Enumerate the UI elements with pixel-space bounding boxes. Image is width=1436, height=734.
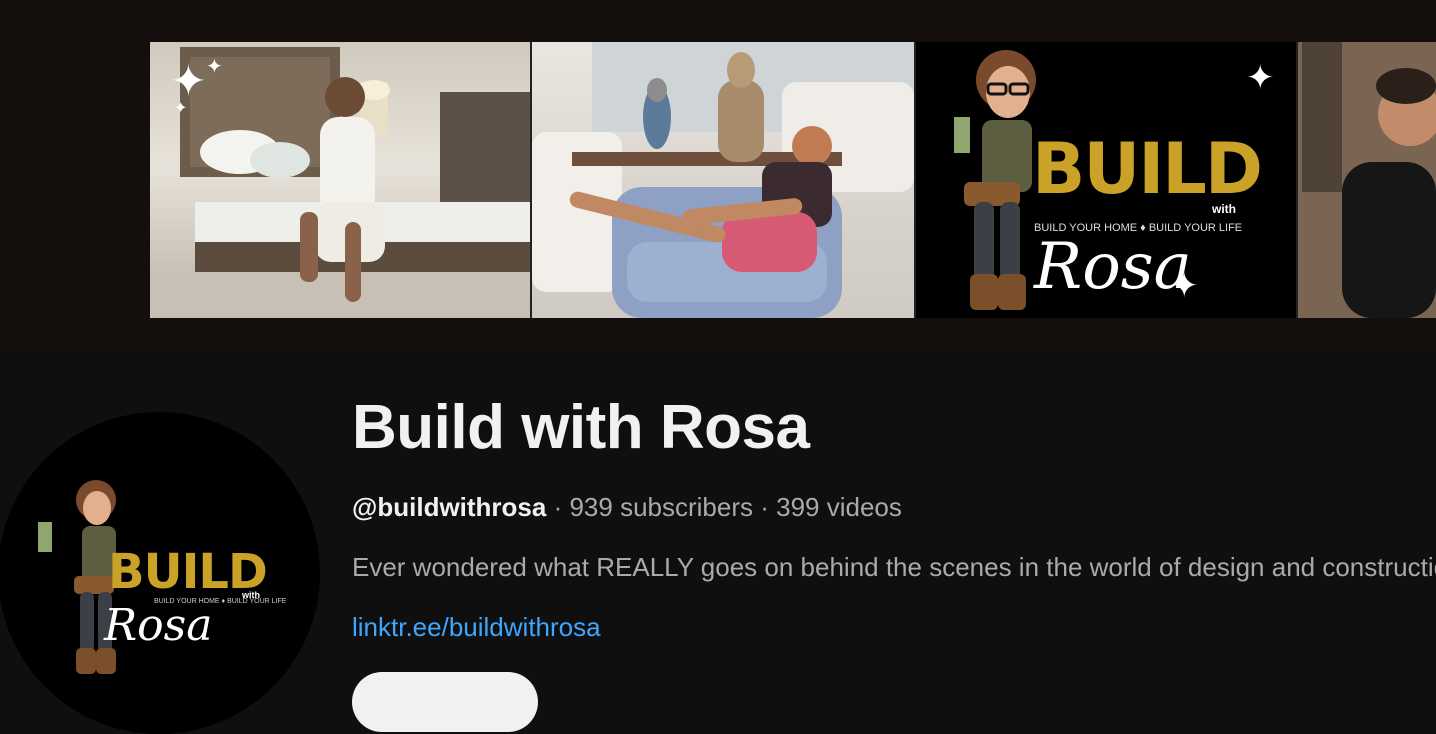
banner-photo-bedroom: ✦ ✦ ✦ [150,42,530,318]
banner-logo-script-text: Rosa [1034,230,1192,304]
meta-separator: · [546,492,570,522]
sparkle-icon: ✦ [1170,266,1199,306]
sparkle-icon: ✦ [174,98,188,117]
sparkle-icon: ✦ [1246,58,1275,98]
channel-banner: ✦ ✦ ✦ BUILD with BUILD YOUR HOME ♦ BUILD… [0,0,1436,352]
sparkle-icon: ✦ [206,54,223,78]
banner-logo-panel: BUILD with BUILD YOUR HOME ♦ BUILD YOUR … [916,42,1296,318]
banner-photo-portrait [1298,42,1436,318]
avatar-logo-script-text: Rosa [104,600,213,651]
banner-logo-with-text: with [1212,202,1236,216]
channel-meta: @buildwithrosa · 939 subscribers · 399 v… [352,492,902,523]
banner-photo-living-room [532,42,914,318]
living-room-illustration [532,42,914,318]
banner-image-strip: ✦ ✦ ✦ BUILD with BUILD YOUR HOME ♦ BUILD… [150,42,1436,318]
meta-separator: · [753,492,777,522]
channel-description[interactable]: Ever wondered what REALLY goes on behind… [352,552,1436,583]
channel-external-link[interactable]: linktr.ee/buildwithrosa [352,612,601,643]
subscriber-count: 939 subscribers [569,492,754,522]
bedroom-illustration [150,47,530,318]
channel-avatar[interactable]: BUILD with BUILD YOUR HOME ♦ BUILD YOUR … [0,412,320,734]
banner-logo-build-text: BUILD [1032,128,1263,210]
video-count: 399 videos [776,492,902,522]
channel-handle: @buildwithrosa [352,492,547,522]
subscribe-button[interactable] [352,672,538,732]
channel-title: Build with Rosa [352,393,810,462]
avatar-logo-build-text: BUILD [108,544,268,600]
portrait-illustration [1298,42,1436,318]
